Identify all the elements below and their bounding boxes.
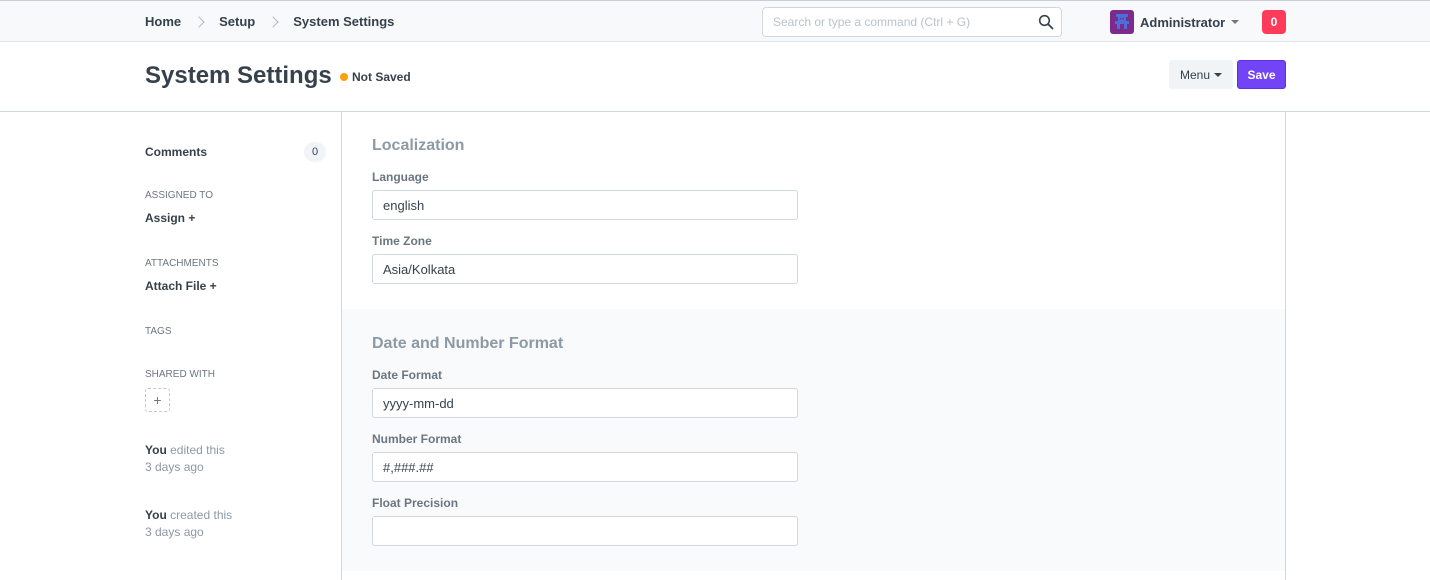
comments-row[interactable]: Comments 0 <box>145 142 326 162</box>
attach-file-button[interactable]: Attach File + <box>145 279 217 293</box>
add-share-button[interactable]: + <box>145 388 170 412</box>
user-name: Administrator <box>1140 14 1226 30</box>
page-title: System Settings <box>145 62 332 89</box>
timeline-actor: You <box>145 508 167 522</box>
timeline-time: 3 days ago <box>145 460 204 474</box>
status-indicator: Not Saved <box>340 70 411 84</box>
breadcrumb: Home Setup System Settings <box>145 1 394 42</box>
shared-with-label: Shared With <box>145 369 215 380</box>
time-zone-label: Time Zone <box>372 234 432 248</box>
number-format-label: Number Format <box>372 432 462 446</box>
avatar-icon <box>1115 14 1129 29</box>
top-navbar: Home Setup System Settings Administrator <box>0 0 1430 42</box>
language-label: Language <box>372 170 429 184</box>
assigned-to-label: Assigned To <box>145 190 213 201</box>
section-title[interactable]: Date and Number Format <box>372 335 563 353</box>
assign-button[interactable]: Assign + <box>145 211 195 225</box>
timeline-actor: You <box>145 443 167 457</box>
language-field[interactable] <box>372 190 798 220</box>
form-layout: Localization Language Time Zone Date and… <box>341 112 1286 580</box>
breadcrumb-system-settings[interactable]: System Settings <box>293 14 394 29</box>
status-text: Not Saved <box>352 70 411 84</box>
float-precision-label: Float Precision <box>372 496 459 510</box>
menu-label: Menu <box>1179 67 1211 82</box>
comments-count-badge: 0 <box>304 142 326 162</box>
timeline-item: You created this 3 days ago <box>145 507 232 541</box>
page-head: System Settings Not Saved Menu Save <box>0 42 1430 112</box>
search-box <box>762 7 1062 37</box>
chevron-right-icon <box>267 15 279 28</box>
breadcrumb-home[interactable]: Home <box>145 14 181 29</box>
search-icon[interactable] <box>1038 14 1054 30</box>
timeline-action: edited this <box>170 443 225 457</box>
time-zone-field[interactable] <box>372 254 798 284</box>
avatar <box>1110 10 1134 34</box>
status-dot <box>340 73 348 81</box>
menu-button[interactable]: Menu <box>1169 60 1233 89</box>
section-title[interactable]: Localization <box>372 137 464 155</box>
chevron-right-icon <box>193 15 205 28</box>
float-precision-field[interactable] <box>372 516 798 546</box>
save-button[interactable]: Save <box>1237 60 1286 89</box>
timeline-item: You edited this 3 days ago <box>145 442 225 476</box>
date-format-field[interactable] <box>372 388 798 418</box>
section-date-number-format: Date and Number Format Date Format Numbe… <box>342 309 1285 571</box>
notification-badge[interactable]: 0 <box>1262 10 1286 34</box>
attachments-label: Attachments <box>145 258 219 269</box>
number-format-field[interactable] <box>372 452 798 482</box>
user-menu[interactable]: Administrator <box>1110 9 1240 35</box>
tags-label[interactable]: Tags <box>145 326 171 337</box>
caret-down-icon <box>1231 20 1240 24</box>
breadcrumb-setup[interactable]: Setup <box>219 14 255 29</box>
comments-label: Comments <box>145 145 208 159</box>
date-format-label: Date Format <box>372 368 443 382</box>
caret-down-icon <box>1214 72 1223 77</box>
search-input[interactable] <box>763 8 1023 36</box>
timeline-time: 3 days ago <box>145 525 204 539</box>
timeline-action: created this <box>170 508 233 522</box>
section-localization: Localization Language Time Zone <box>342 112 1285 309</box>
